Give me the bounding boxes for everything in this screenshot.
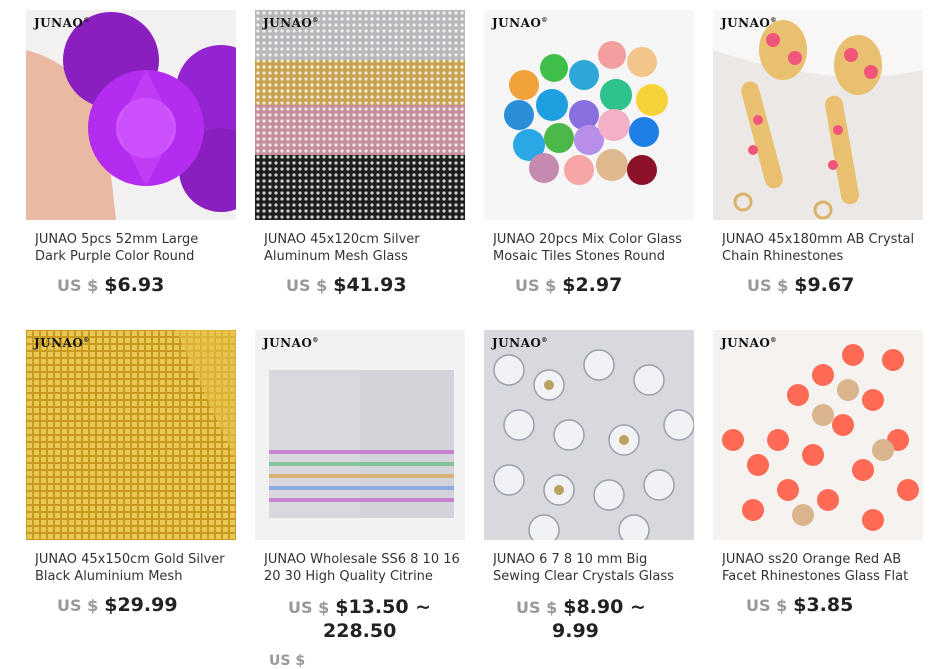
product-title[interactable]: JUNAO 5pcs 52mm Large Dark Purple Color … — [35, 231, 231, 265]
product-image-3[interactable]: JUNAO® — [484, 10, 694, 220]
product-price: US $ $29.99 — [57, 594, 178, 616]
product-title[interactable]: JUNAO 6 7 8 10 mm Big Sewing Clear Cryst… — [493, 551, 689, 585]
product-title[interactable]: JUNAO 45x180mm AB Crystal Chain Rhinesto… — [722, 231, 918, 265]
product-image-1[interactable]: JUNAO® — [26, 10, 236, 220]
currency-label: US $ — [515, 276, 557, 295]
brand-logo: JUNAO® — [34, 16, 90, 30]
product-photo-mesh — [255, 10, 465, 220]
brand-logo: JUNAO® — [721, 336, 777, 350]
product-title[interactable]: JUNAO 45x150cm Gold Silver Black Alumini… — [35, 551, 231, 585]
product-title[interactable]: JUNAO 20pcs Mix Color Glass Mosaic Tiles… — [493, 231, 689, 265]
currency-label: US $ — [57, 276, 99, 295]
brand-logo: JUNAO® — [263, 16, 319, 30]
product-price: US $ $9.67 — [747, 274, 855, 296]
product-title[interactable]: JUNAO ss20 Orange Red AB Facet Rhineston… — [722, 551, 918, 585]
brand-logo: JUNAO® — [492, 336, 548, 350]
currency-label: US $ — [57, 596, 99, 615]
product-image-4[interactable]: JUNAO® — [713, 10, 923, 220]
product-image-2[interactable]: JUNAO® — [255, 10, 465, 220]
currency-label: US $ — [288, 598, 330, 617]
product-image-6[interactable]: JUNAO® — [255, 330, 465, 540]
product-photo-crystal-chain — [713, 10, 923, 220]
product-price: US $ $2.97 — [515, 274, 623, 296]
product-price: US $ $3.85 — [746, 594, 854, 616]
product-price: US $ $8.90 ~ — [516, 596, 646, 618]
currency-label: US $ — [747, 276, 789, 295]
currency-label: US $ — [286, 276, 328, 295]
brand-logo: JUNAO® — [263, 336, 319, 350]
product-photo-sew-on-crystals — [484, 330, 694, 540]
product-price: US $ $41.93 — [286, 274, 407, 296]
product-image-5[interactable]: JUNAO® — [26, 330, 236, 540]
product-image-7[interactable]: JUNAO® — [484, 330, 694, 540]
product-photo-gold-mesh — [26, 330, 236, 540]
product-photo-rhinestone-bags — [255, 330, 465, 540]
brand-logo: JUNAO® — [492, 16, 548, 30]
product-price: US $ $13.50 ~ — [288, 596, 432, 618]
product-price: US $ $6.93 — [57, 274, 165, 296]
product-photo-orange-rhinestones — [713, 330, 923, 540]
brand-logo: JUNAO® — [34, 336, 90, 350]
product-title[interactable]: JUNAO Wholesale SS6 8 10 16 20 30 High Q… — [264, 551, 460, 585]
product-title[interactable]: JUNAO 45x120cm Silver Aluminum Mesh Glas… — [264, 231, 460, 265]
product-photo-glass-cabochons — [484, 10, 694, 220]
product-price-continued: 228.50 — [323, 620, 397, 642]
product-price-continued: 9.99 — [552, 620, 599, 642]
product-image-8[interactable]: JUNAO® — [713, 330, 923, 540]
currency-label: US $ — [746, 596, 788, 615]
brand-logo: JUNAO® — [721, 16, 777, 30]
next-row-currency-label: US $ — [269, 653, 306, 669]
product-photo-purple-stones — [26, 10, 236, 220]
currency-label: US $ — [516, 598, 558, 617]
